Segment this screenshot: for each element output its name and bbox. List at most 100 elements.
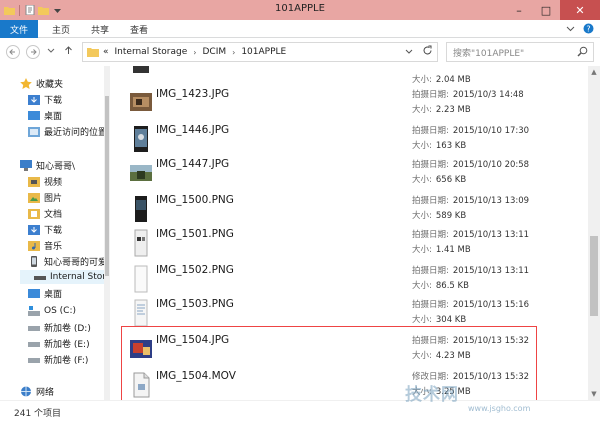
meta-key: 拍摄日期: — [412, 300, 449, 310]
pictures-folder-icon — [28, 192, 40, 203]
file-row[interactable]: IMG_1423.JPG 拍摄日期: 2015/10/3 14:48 大小: 2.2… — [112, 86, 588, 122]
meta-value: 2.04 MB — [435, 75, 471, 85]
file-size: 大小: 2.04 MB — [412, 73, 471, 85]
search-input[interactable]: 搜索"101APPLE" — [446, 42, 594, 62]
nav-documents[interactable]: 文档 — [28, 206, 62, 220]
scroll-up-icon[interactable]: ▲ — [588, 66, 600, 78]
breadcrumb-separator-icon[interactable]: › — [193, 48, 196, 57]
file-list-scrollbar[interactable]: ▲ ▼ — [588, 66, 600, 400]
nav-label: Internal Stora — [50, 272, 110, 282]
file-thumbnail — [130, 66, 152, 87]
nav-videos[interactable]: 视频 — [28, 174, 62, 188]
photo-thumbnail — [130, 125, 152, 153]
refresh-icon[interactable] — [422, 45, 433, 59]
file-row[interactable]: IMG_1446.JPG 拍摄日期: 2015/10/10 17:30 大小: 16… — [112, 122, 588, 158]
file-row[interactable]: IMG_1504.JPG 拍摄日期: 2015/10/13 15:32 大小: 4.… — [112, 332, 588, 368]
nav-drive-c[interactable]: OS (C:) — [28, 304, 76, 318]
expand-ribbon-icon[interactable] — [566, 24, 575, 36]
file-list-scrollbar-thumb[interactable] — [590, 236, 598, 316]
nav-label: 下载 — [44, 225, 63, 236]
file-row[interactable]: IMG_1501.PNG 拍摄日期: 2015/10/13 13:11 大小: 1.… — [112, 226, 588, 262]
recent-places-icon — [28, 126, 40, 137]
nav-desktop[interactable]: 桌面 — [28, 286, 62, 300]
ribbon-controls: ? — [566, 23, 594, 37]
file-list: 大小: 2.04 MB IMG_1423.JPG 拍摄日期: 2015/10/3 1… — [112, 66, 588, 400]
file-name: IMG_1504.MOV — [156, 370, 236, 382]
file-row[interactable]: IMG_1502.PNG 拍摄日期: 2015/10/13 13:11 大小: 86… — [112, 262, 588, 298]
back-button[interactable] — [6, 45, 20, 59]
up-button[interactable] — [64, 46, 73, 57]
meta-key: 大小: — [412, 211, 432, 221]
tab-share[interactable]: 共享 — [91, 20, 109, 38]
nav-music[interactable]: 音乐 — [28, 238, 62, 252]
file-row[interactable]: IMG_1503.PNG 拍摄日期: 2015/10/13 15:16 大小: 30… — [112, 296, 588, 332]
file-row[interactable]: IMG_1500.PNG 拍摄日期: 2015/10/13 13:09 大小: 58… — [112, 192, 588, 228]
nav-downloads[interactable]: 下载 — [28, 222, 62, 236]
nav-internal-storage[interactable]: Internal Stora — [20, 270, 110, 284]
nav-scrollbar[interactable] — [104, 66, 110, 400]
navigation-pane: 收藏夹 下载 桌面 最近访问的位置 知心哥哥\ 视频 图片 文档 下载 音乐 知… — [0, 66, 110, 400]
forward-button[interactable] — [26, 45, 40, 59]
storage-drive-icon — [34, 275, 46, 280]
meta-value: 2015/10/10 20:58 — [452, 160, 530, 170]
meta-value: 163 KB — [435, 141, 467, 151]
tab-view[interactable]: 查看 — [130, 20, 148, 38]
chevron-down-icon — [47, 48, 55, 53]
nav-label: 音乐 — [44, 241, 63, 252]
help-icon[interactable]: ? — [583, 23, 594, 37]
nav-device[interactable]: 知心哥哥的可爱小 — [28, 254, 110, 268]
ribbon-tabs: 文件 主页 共享 查看 ? — [0, 20, 600, 38]
meta-value: 2.23 MB — [435, 105, 471, 115]
windows-drive-icon — [28, 305, 40, 316]
photo-thumbnail — [130, 335, 152, 363]
svg-text:?: ? — [586, 25, 590, 34]
breadcrumb-dcim[interactable]: DCIM — [202, 47, 226, 57]
nav-drive-e[interactable]: 新加卷 (E:) — [28, 336, 90, 350]
file-date: 拍摄日期: 2015/10/10 20:58 — [412, 158, 529, 170]
meta-value: 2015/10/13 15:32 — [452, 336, 530, 346]
file-size: 大小: 4.23 MB — [412, 349, 471, 361]
meta-key: 拍摄日期: — [412, 196, 449, 206]
recent-locations-button[interactable] — [47, 46, 55, 56]
nav-scrollbar-thumb[interactable] — [105, 96, 109, 276]
search-icon[interactable] — [577, 46, 588, 60]
nav-network[interactable]: 网络 — [20, 384, 54, 398]
screenshot-thumbnail — [130, 299, 152, 327]
address-bar[interactable]: « Internal Storage › DCIM › 101APPLE — [82, 42, 438, 62]
nav-this-pc[interactable]: 知心哥哥\ — [20, 158, 75, 172]
file-row[interactable]: IMG_1504.MOV 修改日期: 2015/10/13 15:32 大小: 3.… — [112, 368, 588, 400]
nav-favorite-desktop[interactable]: 桌面 — [28, 108, 62, 122]
nav-favorite-downloads[interactable]: 下载 — [28, 92, 62, 106]
breadcrumb-overflow[interactable]: « — [103, 47, 109, 57]
meta-value: 2015/10/3 14:48 — [452, 90, 524, 100]
tab-home[interactable]: 主页 — [52, 20, 70, 38]
file-date: 拍摄日期: 2015/10/13 15:32 — [412, 334, 529, 346]
close-button[interactable]: ✕ — [560, 0, 600, 20]
file-name: IMG_1500.PNG — [156, 194, 234, 206]
nav-label: 收藏夹 — [36, 79, 64, 90]
breadcrumb-101apple[interactable]: 101APPLE — [241, 47, 286, 57]
breadcrumb-internal-storage[interactable]: Internal Storage — [115, 47, 188, 57]
file-name: IMG_1447.JPG — [156, 158, 230, 170]
nav-label: 新加卷 (E:) — [44, 339, 90, 350]
nav-drive-f[interactable]: 新加卷 (F:) — [28, 352, 88, 366]
tab-file[interactable]: 文件 — [0, 20, 38, 38]
drive-icon — [28, 357, 40, 363]
desktop-icon — [28, 110, 40, 120]
nav-favorites[interactable]: 收藏夹 — [20, 76, 63, 90]
scroll-down-icon[interactable]: ▼ — [588, 388, 600, 400]
video-file-icon — [130, 371, 152, 399]
minimize-button[interactable]: – — [506, 0, 532, 20]
maximize-button[interactable]: □ — [533, 0, 559, 20]
nav-label: 下载 — [44, 95, 63, 106]
address-dropdown-icon[interactable] — [405, 47, 413, 57]
nav-favorite-recent[interactable]: 最近访问的位置 — [28, 124, 107, 138]
meta-key: 大小: — [412, 315, 432, 325]
nav-drive-d[interactable]: 新加卷 (D:) — [28, 320, 91, 334]
meta-value: 304 KB — [435, 315, 467, 325]
meta-value: 656 KB — [435, 175, 467, 185]
breadcrumb-separator-icon[interactable]: › — [232, 48, 235, 57]
nav-label: 新加卷 (F:) — [44, 355, 89, 366]
file-row[interactable]: IMG_1447.JPG 拍摄日期: 2015/10/10 20:58 大小: 65… — [112, 156, 588, 192]
nav-pictures[interactable]: 图片 — [28, 190, 62, 204]
